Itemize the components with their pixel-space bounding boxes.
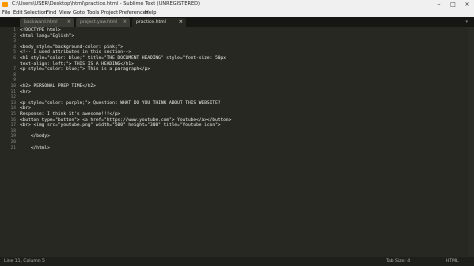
tab-label: practice.html <box>136 20 166 25</box>
menu-preferences[interactable]: Preferences <box>119 9 148 17</box>
vertical-scrollbar[interactable] <box>468 27 474 257</box>
menu-find[interactable]: Find <box>46 9 56 17</box>
sublime-text-icon <box>2 2 8 7</box>
menu-view[interactable]: View <box>59 9 71 17</box>
tab-project-yaw[interactable]: project.yaw.html × <box>76 18 130 27</box>
close-icon[interactable]: × <box>460 0 474 9</box>
tab-label: project.yaw.html <box>80 20 118 25</box>
close-tab-icon[interactable]: × <box>67 18 71 27</box>
code-line[interactable]: </html> <box>20 146 50 152</box>
menu-file[interactable]: File <box>2 9 10 17</box>
menu-goto[interactable]: Goto <box>73 9 85 17</box>
code-line[interactable]: <p style="color: purple;"> Question: WHA… <box>20 101 220 107</box>
menu-project[interactable]: Project <box>101 9 118 17</box>
close-tab-icon[interactable]: × <box>123 18 127 27</box>
line-number: 21 <box>10 145 16 151</box>
cursor-position: Line 11, Column 5 <box>4 259 45 264</box>
code-line[interactable]: <hr> <box>20 90 31 96</box>
editor[interactable]: 1 2 3 4 5 6 7 8 9 10 11 12 13 14 15 16 17 18 19 20 21 <!DOCT… <box>0 27 474 257</box>
menu-edit[interactable]: Edit <box>13 9 23 17</box>
window-title: C:\Users\USER\Desktop\html\practice.html… <box>12 1 200 7</box>
line-number: 6 <box>13 56 16 61</box>
close-tab-icon[interactable]: × <box>179 18 183 27</box>
tab-size[interactable]: Tab Size: 4 <box>386 257 410 266</box>
title-bar: C:\Users\USER\Desktop\html\practice.html… <box>0 0 474 9</box>
tab-practice[interactable]: practice.html × <box>132 18 186 27</box>
code-line[interactable]: <p style="color: blue;"> This is a parag… <box>20 67 150 73</box>
line-number-gutter: 1 2 3 4 5 6 7 8 9 10 11 12 13 14 15 16 17 18 19 20 21 <box>0 27 18 257</box>
code-line[interactable]: <h2> PERSONAL PREP TIME</h2> <box>20 84 96 90</box>
code-line[interactable]: <html lang="Eglish"> <box>20 34 74 40</box>
minimize-icon[interactable]: – <box>432 0 446 9</box>
menu-tools[interactable]: Tools <box>87 9 99 17</box>
menu-selection[interactable]: Selection <box>24 9 47 17</box>
tab-dropdown-icon[interactable]: ▾ <box>465 18 468 26</box>
code-line[interactable]: </body> <box>20 134 50 140</box>
tab-bar: backward.html × project.yaw.html × practic… <box>0 17 474 27</box>
maximize-icon[interactable]: □ <box>446 0 460 9</box>
tab-label: backward.html <box>24 20 58 25</box>
code-line[interactable]: <br> <img src="youtube.png" width="500" … <box>20 123 220 129</box>
status-bar: Line 11, Column 5 Tab Size: 4 HTML <box>0 257 474 266</box>
menu-help[interactable]: Help <box>145 9 156 17</box>
syntax-mode[interactable]: HTML <box>446 257 459 266</box>
tab-backward[interactable]: backward.html × <box>20 18 74 27</box>
